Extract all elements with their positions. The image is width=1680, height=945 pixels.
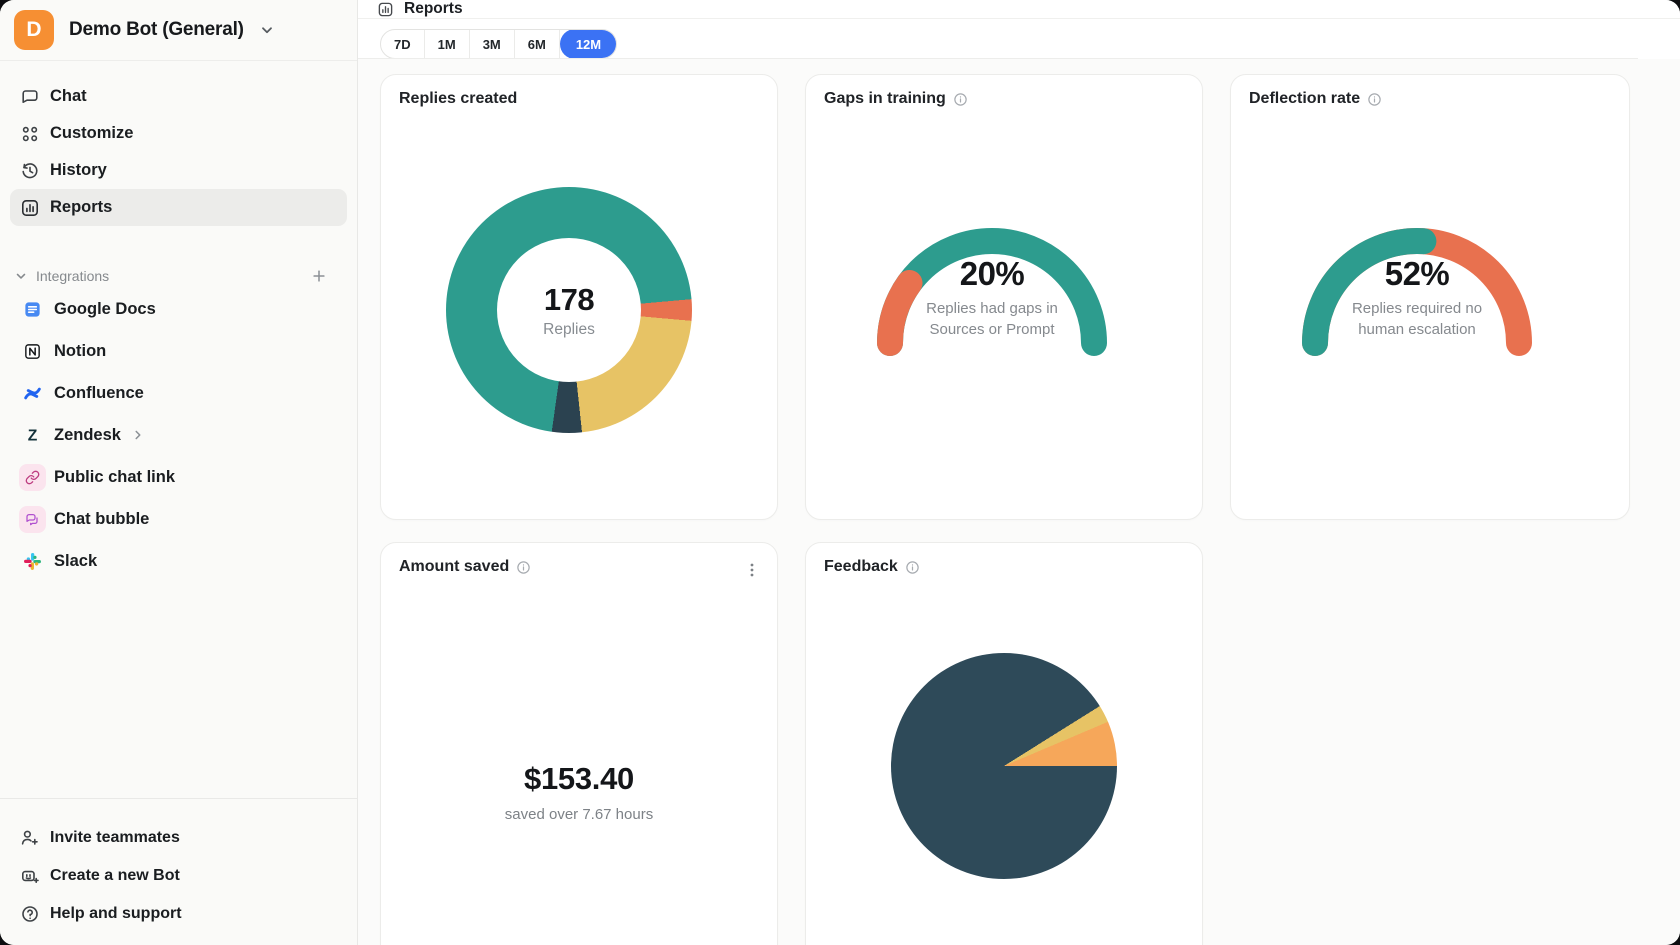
bot-selector[interactable]: D Demo Bot (General) [0, 0, 357, 61]
sidebar-item-chat-bubble[interactable]: Chat bubble [10, 498, 347, 540]
gaps-caption: Replies had gaps in Sources or Prompt [882, 298, 1102, 340]
integrations-header[interactable]: Integrations [10, 264, 347, 288]
replies-donut-chart: 178 Replies [446, 187, 692, 433]
info-icon[interactable] [953, 92, 968, 107]
sidebar-item-customize[interactable]: Customize [10, 115, 347, 152]
customize-icon [19, 124, 41, 144]
chevron-down-icon [259, 22, 275, 38]
tab-3m[interactable]: 3M [470, 30, 515, 58]
sidebar-item-label: Customize [50, 124, 133, 143]
bot-name: Demo Bot (General) [69, 19, 244, 41]
create-new-bot-button[interactable]: Create a new Bot [10, 857, 347, 895]
chevron-down-icon [10, 269, 32, 283]
sidebar-item-label: Public chat link [54, 468, 175, 487]
sidebar-item-label: Slack [54, 552, 97, 571]
svg-text:Z: Z [27, 427, 37, 444]
google-docs-icon [18, 295, 46, 323]
tab-6m[interactable]: 6M [515, 30, 560, 58]
card-replies-created: Replies created 178 Replies [380, 74, 778, 520]
replies-count: 178 [544, 282, 594, 318]
footer-item-label: Help and support [50, 905, 182, 923]
invite-teammates-button[interactable]: Invite teammates [10, 819, 347, 857]
sidebar: D Demo Bot (General) Chat [0, 0, 358, 945]
sidebar-item-notion[interactable]: Notion [10, 330, 347, 372]
sidebar-item-label: Chat bubble [54, 510, 149, 529]
sidebar-item-label: Reports [50, 198, 112, 217]
card-deflection-rate: Deflection rate 52% Replies required no … [1230, 74, 1630, 520]
sidebar-item-slack[interactable]: Slack [10, 540, 347, 582]
sidebar-item-label: Google Docs [54, 300, 156, 319]
chat-icon [19, 87, 41, 107]
slack-icon [18, 547, 46, 575]
gauge-center: 20% Replies had gaps in Sources or Promp… [882, 255, 1102, 340]
sidebar-item-confluence[interactable]: Confluence [10, 372, 347, 414]
main-area: Reports 7D 1M 3M 6M 12M Replies created … [358, 0, 1680, 945]
integrations-section: Integrations Google Docs [0, 226, 357, 582]
chevron-right-icon [131, 428, 145, 442]
sidebar-item-label: Confluence [54, 384, 144, 403]
info-icon[interactable] [516, 560, 531, 575]
zendesk-icon: Z [18, 421, 46, 449]
sidebar-item-chat[interactable]: Chat [10, 78, 347, 115]
reports-icon [377, 1, 394, 18]
help-and-support-button[interactable]: Help and support [10, 895, 347, 933]
card-title: Replies created [399, 90, 517, 108]
info-icon[interactable] [1367, 92, 1382, 107]
time-filter-row: 7D 1M 3M 6M 12M [358, 19, 1680, 59]
notion-icon [18, 337, 46, 365]
deflection-percent: 52% [1307, 255, 1527, 293]
footer-item-label: Create a new Bot [50, 867, 180, 885]
footer-item-label: Invite teammates [50, 829, 180, 847]
replies-count-label: Replies [543, 321, 595, 339]
donut-center: 178 Replies [497, 238, 641, 382]
amount-saved-caption: saved over 7.67 hours [381, 806, 777, 823]
bot-icon [19, 866, 41, 886]
sidebar-item-public-chat-link[interactable]: Public chat link [10, 456, 347, 498]
card-title: Feedback [824, 558, 920, 576]
card-gaps-in-training: Gaps in training 20% Replies had gaps in… [805, 74, 1203, 520]
history-icon [19, 161, 41, 181]
sidebar-item-zendesk[interactable]: Z Zendesk [10, 414, 347, 456]
amount-saved-stat: $153.40 saved over 7.67 hours [381, 761, 777, 823]
page-title: Reports [404, 0, 463, 18]
gaps-percent: 20% [882, 255, 1102, 293]
time-filter-tabs: 7D 1M 3M 6M 12M [380, 29, 617, 59]
tab-7d[interactable]: 7D [381, 30, 425, 58]
integrations-label: Integrations [36, 268, 307, 284]
info-icon[interactable] [905, 560, 920, 575]
sidebar-nav: Chat Customize [0, 61, 357, 226]
sidebar-item-label: Chat [50, 87, 87, 106]
deflection-caption: Replies required no human escalation [1307, 298, 1527, 340]
amount-saved-value: $153.40 [381, 761, 777, 797]
add-integration-button[interactable] [307, 264, 331, 288]
sidebar-item-history[interactable]: History [10, 152, 347, 189]
reports-icon [19, 198, 41, 218]
invite-teammates-icon [19, 828, 41, 848]
gauge-center: 52% Replies required no human escalation [1307, 255, 1527, 340]
sidebar-item-google-docs[interactable]: Google Docs [10, 288, 347, 330]
feedback-pie-chart [891, 653, 1117, 879]
page-header: Reports [358, 0, 1680, 19]
card-title: Amount saved [399, 558, 531, 576]
card-amount-saved: Amount saved $153.40 saved over 7.67 hou… [380, 542, 778, 945]
sidebar-footer: Invite teammates Create a new Bot [0, 798, 357, 945]
sidebar-item-label: Notion [54, 342, 106, 361]
card-title: Deflection rate [1249, 90, 1382, 108]
app-window: D Demo Bot (General) Chat [0, 0, 1680, 945]
chat-bubble-icon [18, 505, 46, 533]
bot-avatar: D [14, 10, 54, 50]
tab-1m[interactable]: 1M [425, 30, 470, 58]
card-menu-button[interactable] [741, 559, 763, 581]
public-chat-link-icon [18, 463, 46, 491]
sidebar-item-label: History [50, 161, 107, 180]
confluence-icon [18, 379, 46, 407]
sidebar-item-reports[interactable]: Reports [10, 189, 347, 226]
card-feedback: Feedback [805, 542, 1203, 945]
tab-12m[interactable]: 12M [560, 29, 617, 59]
reports-grid: Replies created 178 Replies Gaps in trai… [358, 59, 1680, 945]
help-icon [19, 904, 41, 924]
card-title: Gaps in training [824, 90, 968, 108]
sidebar-item-label: Zendesk [54, 426, 121, 445]
